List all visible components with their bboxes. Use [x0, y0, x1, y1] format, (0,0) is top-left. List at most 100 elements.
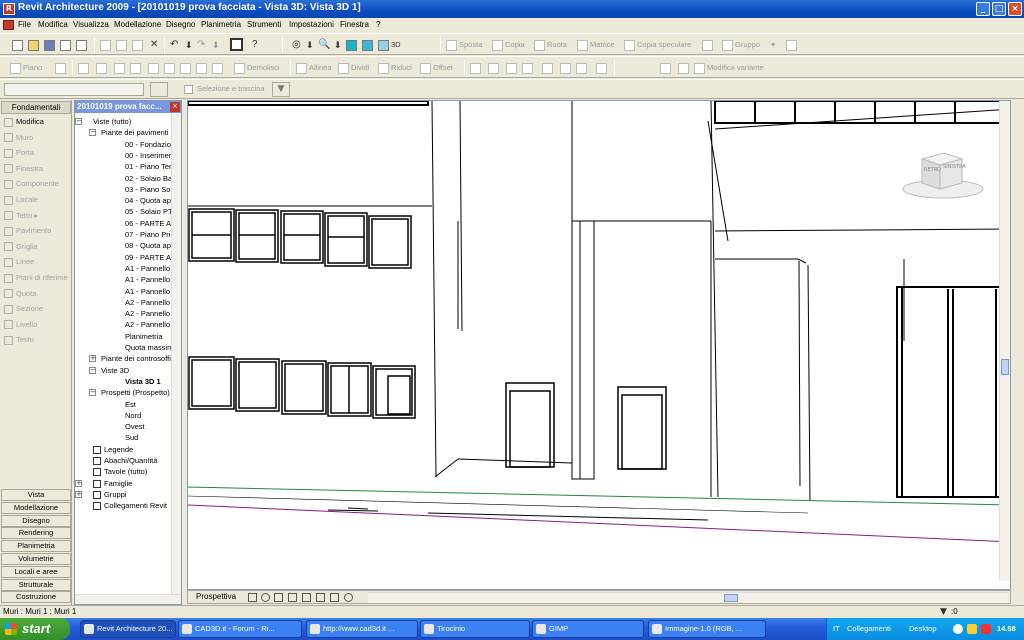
menu-visualizza[interactable]: Visualizza: [73, 20, 109, 29]
taskbar-button[interactable]: CAD3D.it - Forum - Ri...: [178, 620, 302, 638]
tree-node[interactable]: 01 - Piano Terr: [125, 161, 171, 172]
clock[interactable]: 14.58: [997, 618, 1016, 640]
rotate-button[interactable]: Ruota: [534, 37, 567, 53]
light-icon[interactable]: [344, 593, 353, 602]
drag-checkbox[interactable]: [184, 85, 193, 94]
browser-horizontal-scrollbar[interactable]: [75, 594, 181, 604]
menu-disegno[interactable]: Disegno: [166, 20, 195, 29]
crop-icon[interactable]: [302, 593, 311, 602]
shadows-icon[interactable]: [288, 593, 297, 602]
3d-view-icon[interactable]: [362, 37, 375, 53]
type-selector[interactable]: [4, 83, 144, 96]
design-bar-item[interactable]: Pavimento: [4, 224, 51, 238]
tray-icon[interactable]: [953, 624, 963, 634]
tool-icon-3[interactable]: [114, 60, 127, 76]
tree-node[interactable]: A1 - Pannello 0: [125, 286, 171, 297]
menu-planimetria[interactable]: Planimetria: [201, 20, 241, 29]
design-bar-tab[interactable]: Locali e aree: [1, 565, 71, 578]
redo-icon[interactable]: ↷: [197, 37, 205, 53]
redo-dropdown-icon[interactable]: ⬇: [212, 37, 220, 53]
tool-icon-7[interactable]: [180, 60, 193, 76]
move-button[interactable]: Sposta: [446, 37, 482, 53]
tree-node[interactable]: A2 - Pannello 0: [125, 308, 171, 319]
tree-node[interactable]: Legende: [93, 444, 171, 455]
tool-icon-11[interactable]: [488, 60, 501, 76]
design-bar-item[interactable]: Porta: [4, 146, 34, 160]
properties-button[interactable]: [150, 82, 168, 97]
new-icon[interactable]: [12, 37, 25, 53]
viewport-horizontal-scrollbar[interactable]: [368, 592, 1008, 603]
select-icon[interactable]: [230, 36, 245, 52]
tree-expander[interactable]: +: [89, 355, 96, 363]
tool-icon-2[interactable]: [96, 60, 109, 76]
save-icon[interactable]: [44, 37, 57, 53]
edit-variant-button[interactable]: Modifica variante: [694, 60, 764, 76]
design-bar-item[interactable]: Finestra: [4, 162, 43, 176]
hide-icon[interactable]: [316, 593, 325, 602]
pin-icon[interactable]: ✦: [770, 37, 776, 53]
group-button[interactable]: Gruppo: [722, 37, 760, 53]
title-bar[interactable]: R Revit Architecture 2009 - [20101019 pr…: [0, 0, 1024, 18]
offset-button[interactable]: Offset: [420, 60, 453, 76]
tray-icon[interactable]: [967, 624, 977, 634]
tool-icon-9[interactable]: [212, 60, 225, 76]
tool-icon-4[interactable]: [130, 60, 143, 76]
tool-icon-1[interactable]: [78, 60, 91, 76]
tree-node[interactable]: Nord: [125, 410, 171, 421]
tool-icon-12[interactable]: [506, 60, 519, 76]
design-bar-item[interactable]: Modifica: [4, 115, 44, 129]
tree-node[interactable]: Quota massima: [125, 342, 171, 353]
minimize-button[interactable]: _: [976, 2, 990, 16]
tree-node[interactable]: 00 - Inserimento: [125, 150, 171, 161]
3d-viewport[interactable]: RETRO SINISTRA: [187, 100, 1011, 590]
dynamic-view-icon[interactable]: [346, 37, 359, 53]
tree-node[interactable]: Est: [125, 399, 171, 410]
tree-node[interactable]: Tavole (tutto): [93, 466, 171, 477]
viewcube-face-back[interactable]: RETRO: [924, 167, 941, 173]
menu-finestra[interactable]: Finestra: [340, 20, 369, 29]
design-bar-item[interactable]: Quota: [4, 287, 36, 301]
copy-icon[interactable]: [116, 37, 129, 53]
filter-icon[interactable]: ▼: [272, 82, 290, 97]
taskbar-button[interactable]: Tirocinio: [420, 620, 530, 638]
tool-icon-5[interactable]: [148, 60, 161, 76]
plane-button[interactable]: Piano: [10, 60, 42, 76]
design-bar-tab[interactable]: Rendering: [1, 527, 71, 540]
model-graphics-icon[interactable]: [274, 593, 283, 602]
print-icon[interactable]: [76, 37, 89, 53]
scale-icon[interactable]: [248, 593, 257, 602]
tree-node[interactable]: 04 - Quota appo: [125, 195, 171, 206]
tree-node[interactable]: Ovest: [125, 421, 171, 432]
resize-icon[interactable]: [702, 37, 715, 53]
tool-icon-19[interactable]: [678, 60, 691, 76]
cut-icon[interactable]: [100, 37, 113, 53]
tree-node[interactable]: 06 - PARTE AL: [125, 218, 171, 229]
taskbar-button[interactable]: GIMP: [532, 620, 644, 638]
document-icon[interactable]: [3, 20, 14, 30]
design-bar-item[interactable]: Tetto ▸: [4, 209, 38, 223]
design-bar-tab[interactable]: Modellazione: [1, 501, 71, 514]
tool-icon-6[interactable]: [164, 60, 177, 76]
menu-modifica[interactable]: Modifica: [38, 20, 68, 29]
tree-node[interactable]: Planimetria: [125, 331, 171, 342]
design-bar-tab[interactable]: Planimetria: [1, 540, 71, 553]
undo-dropdown-icon[interactable]: ⬇: [185, 37, 193, 53]
zoom-dropdown-icon[interactable]: ⬇: [334, 37, 342, 53]
viewport-scroll-thumb[interactable]: [1001, 359, 1009, 375]
menu-file[interactable]: File: [18, 20, 31, 29]
viewcube[interactable]: RETRO SINISTRA: [900, 145, 986, 201]
tree-expander[interactable]: −: [89, 366, 96, 374]
open-icon[interactable]: [28, 37, 41, 53]
link-icon[interactable]: [786, 37, 799, 53]
align-button[interactable]: Allinea: [296, 60, 332, 76]
demolish-button[interactable]: Demolisci: [234, 60, 280, 76]
design-bar-tab[interactable]: Costruzione: [1, 591, 71, 604]
design-bar-item[interactable]: Linee: [4, 255, 34, 269]
design-bar-item[interactable]: Testo: [4, 333, 34, 347]
tree-node[interactable]: Sud: [125, 432, 171, 443]
mirror-button[interactable]: Copia speculare: [624, 37, 691, 53]
taskbar-button[interactable]: Revit Architecture 20...: [80, 620, 176, 638]
tree-expander[interactable]: +: [75, 479, 82, 487]
desktop-toolbar[interactable]: Desktop: [909, 618, 937, 640]
tool-icon-16[interactable]: [576, 60, 589, 76]
